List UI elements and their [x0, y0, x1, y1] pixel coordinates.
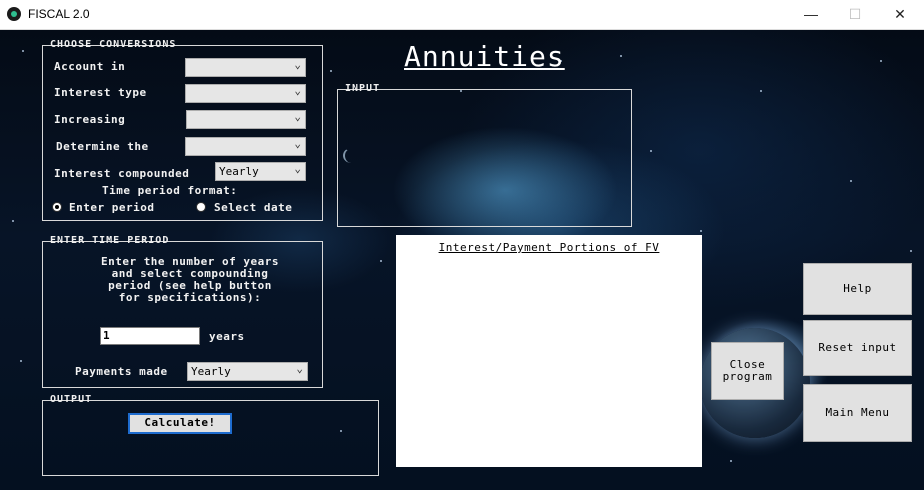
- time-period-group-label: ENTER TIME PERIOD: [50, 235, 170, 246]
- account-in-select[interactable]: ⌄: [185, 58, 306, 77]
- reset-input-button[interactable]: Reset input: [803, 320, 912, 376]
- account-in-label: Account in: [54, 60, 126, 73]
- output-group-label: OUTPUT: [50, 394, 93, 405]
- years-input[interactable]: 1: [100, 327, 200, 345]
- enter-period-radio[interactable]: [52, 202, 62, 212]
- window-title: FISCAL 2.0: [28, 7, 90, 21]
- calculate-button[interactable]: Calculate!: [128, 413, 232, 434]
- chevron-down-icon: ⌄: [294, 84, 301, 97]
- space-background: CHOOSE CONVERSIONS Account in ⌄ Interest…: [0, 30, 924, 490]
- time-period-instructions: Enter the number of years and select com…: [100, 255, 280, 304]
- close-program-button[interactable]: Close program: [711, 342, 784, 400]
- app-icon: [7, 7, 21, 21]
- portions-panel: Interest/Payment Portions of FV: [396, 235, 702, 467]
- portions-panel-title: Interest/Payment Portions of FV: [438, 241, 660, 254]
- years-label: years: [209, 330, 245, 343]
- output-group: OUTPUT: [42, 394, 379, 476]
- determine-label: Determine the: [56, 140, 149, 153]
- window-titlebar: FISCAL 2.0 — ☐ ✕: [0, 0, 924, 30]
- moon-decoration: [343, 148, 359, 163]
- select-date-label[interactable]: Select date: [214, 201, 292, 214]
- input-group: INPUT: [337, 83, 632, 227]
- chevron-down-icon: ⌄: [294, 110, 301, 123]
- interest-type-select[interactable]: ⌄: [185, 84, 306, 103]
- increasing-label: Increasing: [54, 113, 126, 126]
- main-menu-button[interactable]: Main Menu: [803, 384, 912, 442]
- chevron-down-icon: ⌄: [294, 58, 301, 71]
- compounded-value: Yearly: [219, 165, 259, 178]
- minimize-button[interactable]: —: [789, 0, 833, 29]
- payments-made-select[interactable]: Yearly ⌄: [187, 362, 308, 381]
- compounded-select[interactable]: Yearly ⌄: [215, 162, 306, 181]
- interest-type-label: Interest type: [54, 86, 147, 99]
- chevron-down-icon: ⌄: [294, 137, 301, 150]
- maximize-button[interactable]: ☐: [833, 0, 877, 29]
- conversions-group-label: CHOOSE CONVERSIONS: [50, 39, 177, 50]
- determine-select[interactable]: ⌄: [185, 137, 306, 156]
- enter-period-label[interactable]: Enter period: [69, 201, 154, 214]
- chevron-down-icon: ⌄: [294, 162, 301, 175]
- compounded-label: Interest compounded: [54, 167, 190, 180]
- help-button[interactable]: Help: [803, 263, 912, 315]
- chevron-down-icon: ⌄: [296, 362, 303, 375]
- page-title: Annuities: [404, 40, 565, 73]
- increasing-select[interactable]: ⌄: [186, 110, 306, 129]
- time-format-label: Time period format:: [102, 184, 238, 197]
- payments-made-label: Payments made: [75, 365, 168, 378]
- payments-made-value: Yearly: [191, 365, 231, 378]
- close-window-button[interactable]: ✕: [878, 0, 922, 29]
- input-group-label: INPUT: [345, 83, 381, 94]
- select-date-radio[interactable]: [196, 202, 206, 212]
